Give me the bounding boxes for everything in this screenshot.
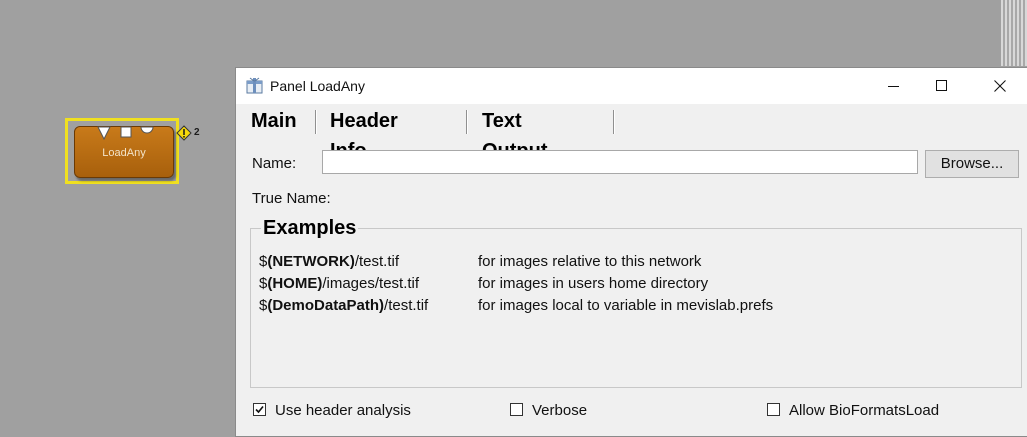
tab-separator [613, 110, 615, 134]
input-connector-triangle-icon[interactable] [97, 126, 111, 140]
example-description: for images local to variable in mevislab… [478, 297, 774, 314]
name-label: Name: [252, 155, 297, 172]
panel-icon [246, 77, 263, 94]
true-name-label: True Name: [252, 190, 331, 207]
checkbox-box[interactable] [767, 403, 780, 416]
maximize-button[interactable] [919, 68, 965, 104]
loadany-module[interactable]: LoadAny [74, 126, 174, 178]
tab-main[interactable]: Main [251, 106, 297, 136]
close-icon [994, 80, 1006, 92]
warning-icon[interactable] [176, 125, 192, 141]
browse-button[interactable]: Browse... [925, 150, 1019, 178]
maximize-icon [936, 80, 947, 91]
example-description: for images relative to this network [478, 253, 702, 270]
checkbox-label: Allow BioFormatsLoad [789, 402, 940, 419]
module-label: LoadAny [102, 147, 146, 159]
panel-window: Panel LoadAny Main Header Info Text Outp… [235, 67, 1027, 437]
checkbox-label: Verbose [532, 402, 588, 419]
warning-count: 2 [194, 127, 200, 138]
examples-title: Examples [261, 217, 359, 240]
scrollbar-strip[interactable] [1001, 0, 1027, 66]
minimize-button[interactable] [871, 68, 917, 104]
title-bar[interactable]: Panel LoadAny [236, 68, 1027, 104]
checkbox-label: Use header analysis [275, 402, 411, 419]
example-description: for images in users home directory [478, 275, 709, 292]
close-button[interactable] [977, 68, 1023, 104]
example-path: $(DemoDataPath)/test.tif [259, 297, 429, 314]
name-field[interactable] [322, 150, 918, 174]
checkbox-box[interactable] [510, 403, 523, 416]
tab-text-output[interactable]: Text Output [482, 106, 548, 162]
example-path: $(HOME)/images/test.tif [259, 275, 420, 292]
output-connector-half-circle-icon[interactable] [140, 126, 154, 138]
checkmark-icon [255, 405, 264, 414]
tab-separator [466, 110, 468, 134]
input-connector-square-icon[interactable] [120, 126, 132, 138]
example-path: $(NETWORK)/test.tif [259, 253, 400, 270]
window-title: Panel LoadAny [270, 78, 365, 94]
tab-separator [315, 110, 317, 134]
checkbox-box[interactable] [253, 403, 266, 416]
minimize-icon [888, 86, 899, 87]
tab-header-info[interactable]: Header Info [330, 106, 398, 162]
